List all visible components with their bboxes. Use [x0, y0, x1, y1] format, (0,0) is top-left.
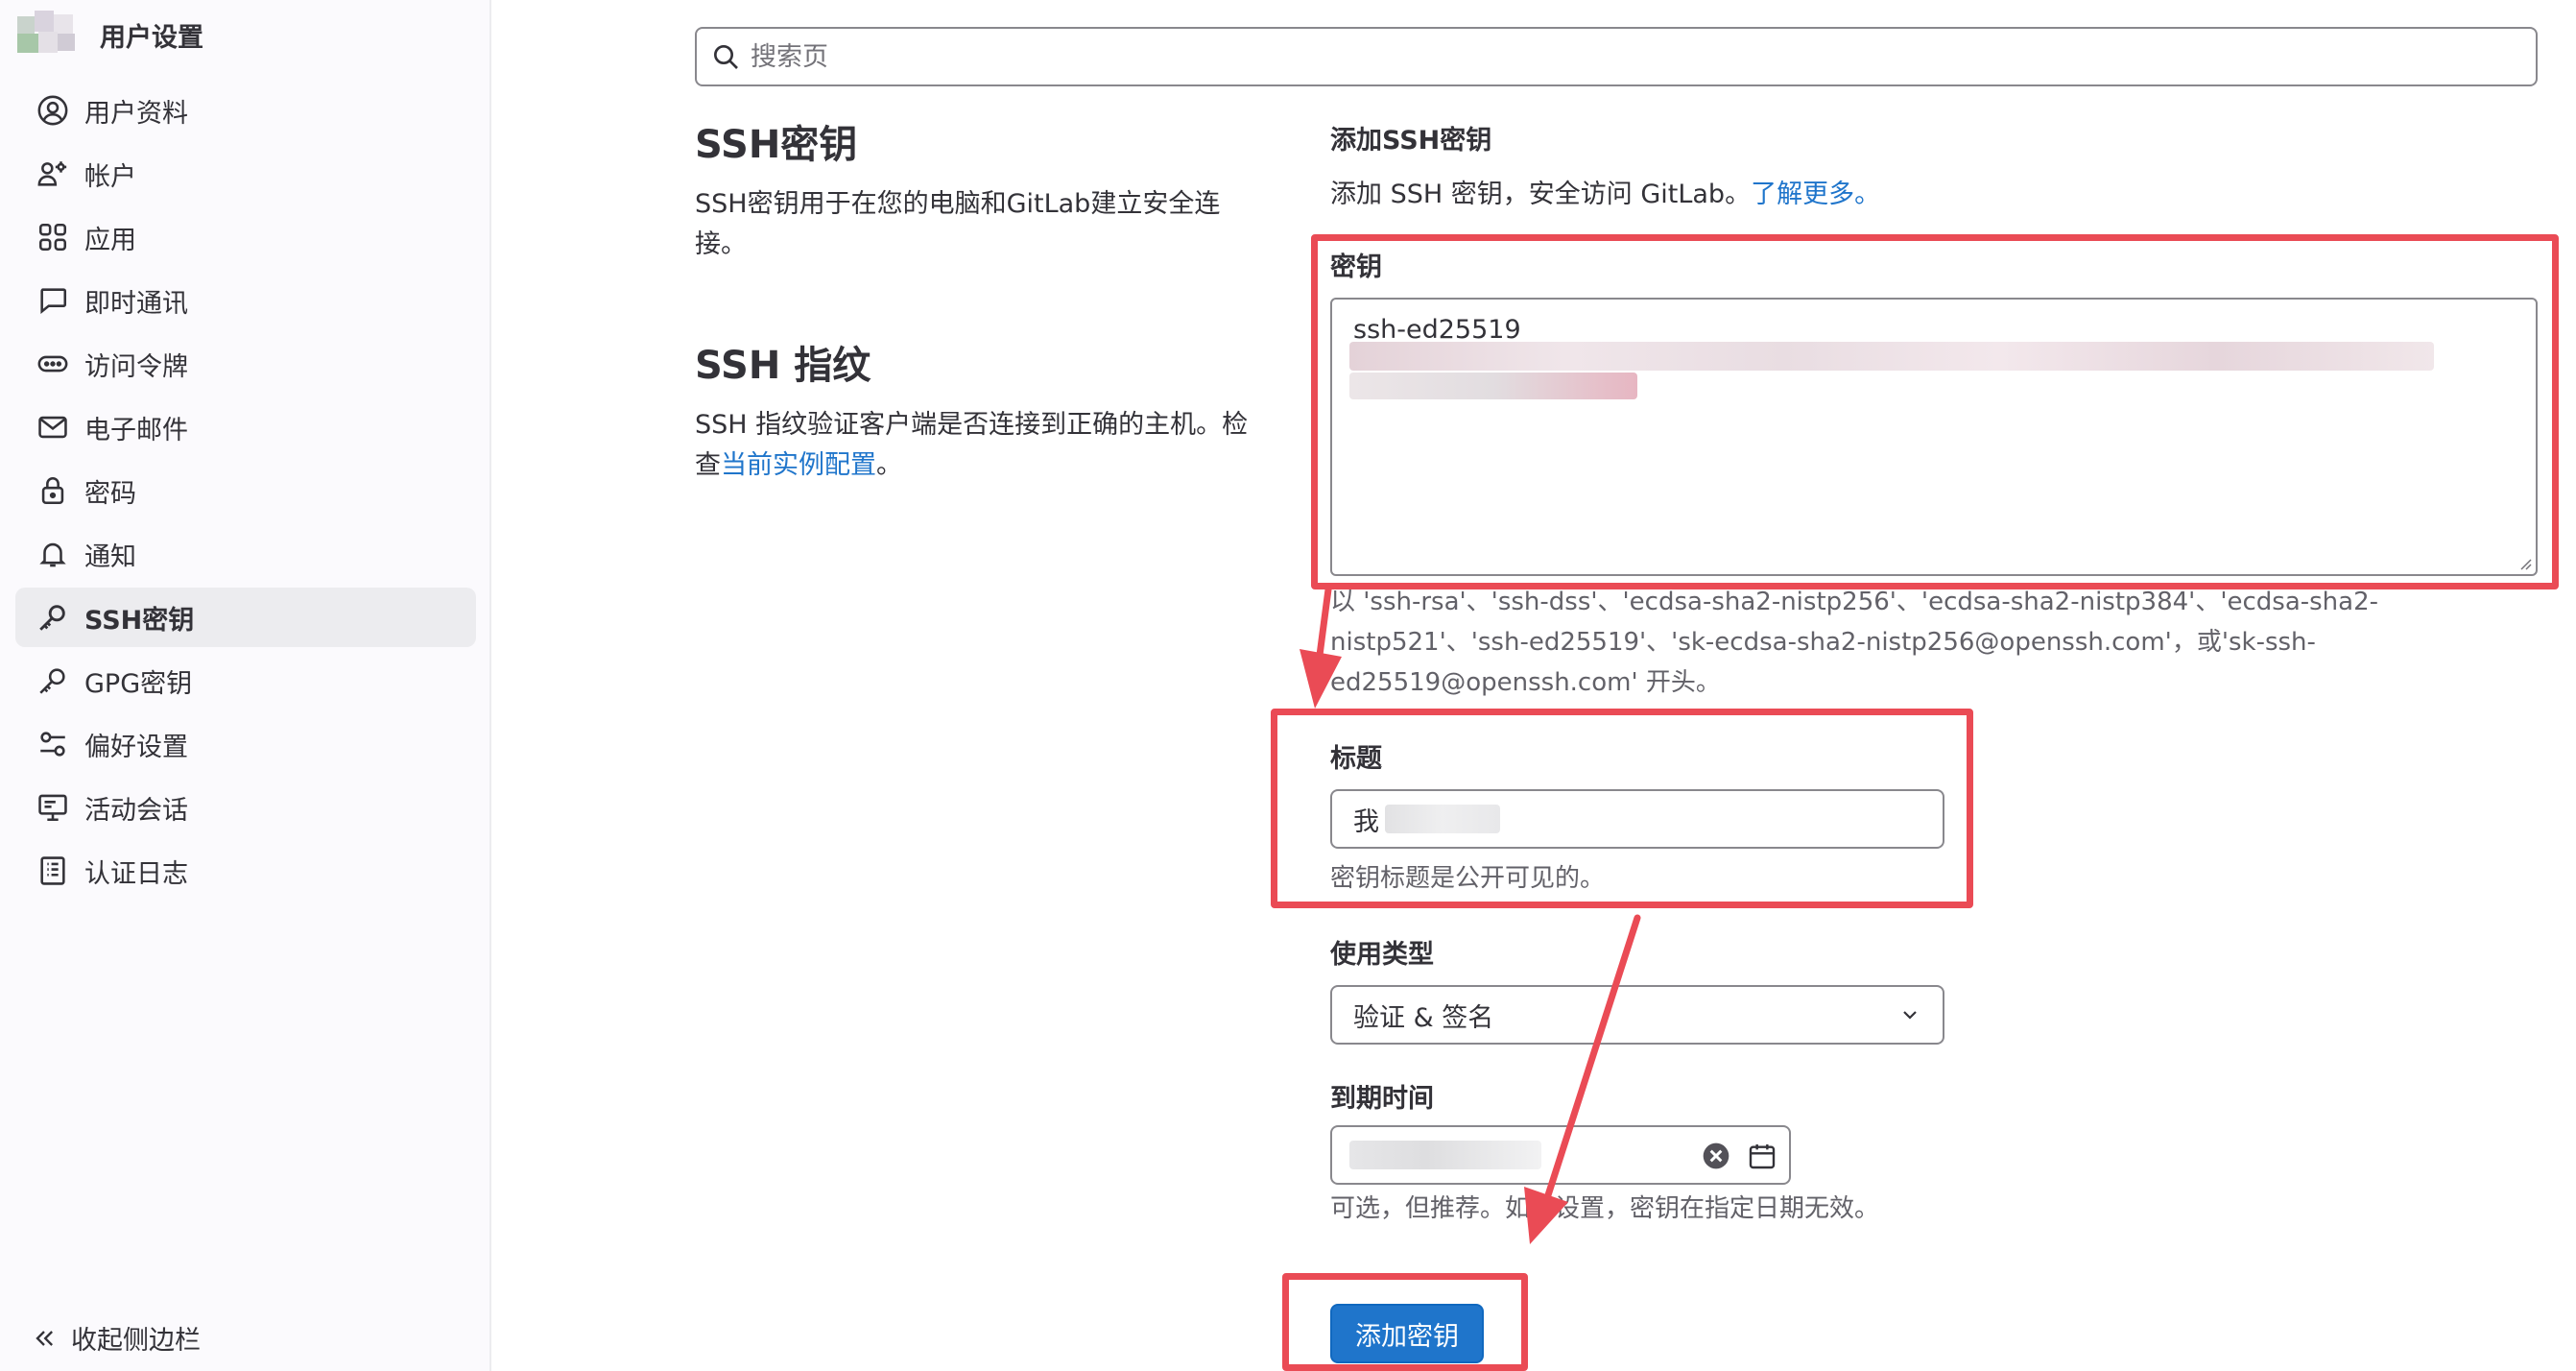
- sidebar-nav: 用户资料 帐户 应用 即时通讯 访问令牌 电子邮件 密码 通知 SSH密钥 GP…: [15, 81, 476, 904]
- redacted-title: [1385, 805, 1500, 833]
- sidebar-item-applications[interactable]: 应用: [15, 207, 476, 267]
- sidebar-item-label: 通知: [84, 541, 136, 572]
- add-ssh-key-intro: 添加 SSH 密钥，安全访问 GitLab。了解更多。: [1330, 173, 1880, 210]
- preferences-icon: [40, 732, 65, 757]
- sidebar-item-label: 电子邮件: [84, 415, 188, 445]
- add-ssh-key-heading: 添加SSH密钥: [1330, 126, 1492, 156]
- ssh-keys-title: SSH密钥: [695, 123, 858, 167]
- lock-icon: [41, 477, 64, 505]
- sidebar-item-profile[interactable]: 用户资料: [15, 81, 476, 140]
- title-label: 标题: [1330, 744, 1382, 774]
- mail-icon: [38, 416, 67, 439]
- sidebar-item-label: 帐户: [84, 161, 136, 192]
- key-help-text: 以 'ssh-rsa'、'ssh-dss'、'ecdsa-sha2-nistp2…: [1330, 588, 2379, 697]
- search-input[interactable]: [751, 41, 2478, 72]
- sidebar-item-label: 即时通讯: [84, 288, 188, 319]
- intro-text: 添加 SSH 密钥，安全访问 GitLab。: [1330, 180, 1752, 209]
- sidebar-item-notifications[interactable]: 通知: [15, 524, 476, 584]
- instance-config-link[interactable]: 当前实例配置: [721, 450, 876, 480]
- sidebar-item-label: 访问令牌: [84, 351, 188, 382]
- sidebar-item-password[interactable]: 密码: [15, 461, 476, 520]
- usage-type-select[interactable]: 验证 & 签名: [1330, 985, 1944, 1045]
- sidebar-item-gpg-keys[interactable]: GPG密钥: [15, 651, 476, 710]
- sidebar-item-ssh-keys[interactable]: SSH密钥: [15, 588, 476, 647]
- collapse-sidebar-label: 收起侧边栏: [71, 1326, 201, 1356]
- sidebar-item-label: 应用: [84, 225, 136, 255]
- sidebar-item-label: 认证日志: [84, 858, 188, 889]
- monitor-icon: [38, 794, 67, 822]
- sidebar-item-label: 偏好设置: [84, 732, 188, 762]
- calendar-icon[interactable]: [1747, 1141, 1777, 1171]
- search-icon: [714, 45, 738, 69]
- fingerprint-text-end: 。: [876, 450, 902, 480]
- sidebar-item-label: 密码: [84, 478, 136, 509]
- key-textarea[interactable]: ssh-ed25519: [1330, 298, 2538, 576]
- sidebar-item-account[interactable]: 帐户: [15, 144, 476, 204]
- sidebar: 用户设置 用户资料 帐户 应用 即时通讯 访问令牌 电子邮件 密码 通知 SSH…: [0, 0, 491, 1371]
- double-chevron-left-icon: [36, 1330, 53, 1346]
- sidebar-title: 用户设置: [100, 22, 203, 53]
- sidebar-item-label: 活动会话: [84, 795, 188, 826]
- title-help-text: 密钥标题是公开可见的。: [1330, 864, 1606, 893]
- sidebar-item-auth-log[interactable]: 认证日志: [15, 841, 476, 901]
- title-value: 我: [1353, 806, 1379, 837]
- token-icon: [37, 355, 68, 373]
- usage-type-label: 使用类型: [1330, 940, 1434, 970]
- sidebar-item-active-sessions[interactable]: 活动会话: [15, 778, 476, 837]
- collapse-sidebar-button[interactable]: 收起侧边栏: [31, 1319, 201, 1357]
- sidebar-item-chat[interactable]: 即时通讯: [15, 271, 476, 330]
- learn-more-link[interactable]: 了解更多。: [1751, 180, 1880, 209]
- account-icon: [37, 161, 67, 186]
- clear-icon[interactable]: [1701, 1141, 1731, 1171]
- sidebar-item-label: 用户资料: [84, 98, 188, 129]
- expiry-help-text: 可选，但推荐。如果设置，密钥在指定日期无效。: [1330, 1194, 1880, 1223]
- chevron-down-icon: [1903, 1011, 1917, 1020]
- log-icon: [40, 856, 65, 885]
- key-label: 密钥: [1330, 253, 1382, 282]
- sidebar-item-emails[interactable]: 电子邮件: [15, 397, 476, 457]
- redacted-key: [1349, 342, 2434, 371]
- key-icon: [39, 668, 65, 694]
- ssh-fingerprint-description: SSH 指纹验证客户端是否连接到正确的主机。检查当前实例配置。: [695, 405, 1271, 486]
- avatar[interactable]: [17, 11, 86, 59]
- redacted-key: [1349, 373, 1637, 399]
- applications-icon: [38, 223, 67, 252]
- usage-type-value: 验证 & 签名: [1353, 1002, 1494, 1033]
- search-box[interactable]: [695, 27, 2538, 86]
- resize-handle-icon[interactable]: [2516, 555, 2532, 570]
- expiry-date-input[interactable]: [1330, 1125, 1791, 1185]
- sidebar-item-preferences[interactable]: 偏好设置: [15, 714, 476, 774]
- chat-icon: [40, 288, 67, 314]
- sidebar-item-label: GPG密钥: [84, 668, 193, 699]
- redacted-date: [1349, 1141, 1541, 1169]
- ssh-fingerprint-title: SSH 指纹: [695, 344, 871, 388]
- title-input[interactable]: 我: [1330, 789, 1944, 849]
- sidebar-item-label: SSH密钥: [84, 605, 195, 636]
- expiry-label: 到期时间: [1330, 1084, 1434, 1114]
- sidebar-item-access-tokens[interactable]: 访问令牌: [15, 334, 476, 394]
- bell-icon: [39, 542, 66, 567]
- sidebar-header: 用户设置: [17, 8, 203, 61]
- user-icon: [37, 95, 68, 126]
- key-value: ssh-ed25519: [1353, 315, 1521, 345]
- add-key-button[interactable]: 添加密钥: [1330, 1304, 1484, 1363]
- key-icon: [39, 605, 65, 631]
- ssh-keys-description: SSH密钥用于在您的电脑和GitLab建立安全连接。: [695, 189, 1221, 259]
